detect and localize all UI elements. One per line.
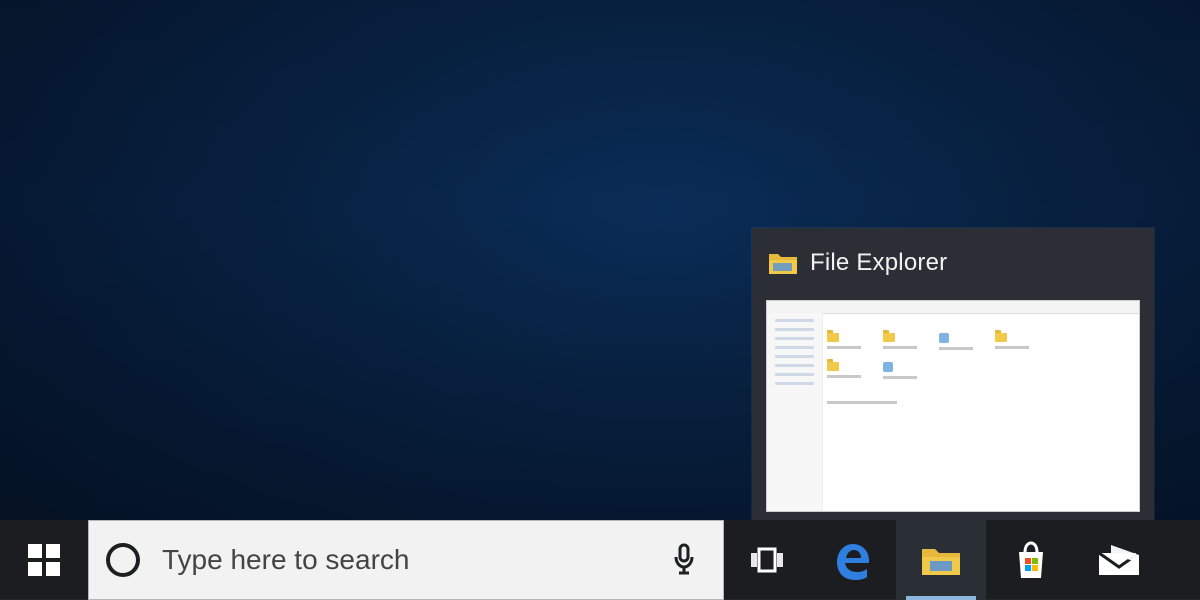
cortana-icon — [106, 543, 140, 577]
microsoft-store-button[interactable] — [986, 520, 1076, 600]
task-view-button[interactable] — [724, 520, 810, 600]
thumbnail-content — [827, 321, 1133, 505]
thumbnail-text-line — [827, 401, 897, 404]
preview-header: File Explorer — [752, 228, 1154, 298]
thumbnail-file-icon — [939, 333, 949, 343]
thumbnail-text-line — [827, 346, 861, 349]
thumbnail-text-line — [883, 376, 917, 379]
thumbnail-text-line — [939, 347, 973, 350]
search-box[interactable]: Type here to search — [88, 520, 724, 600]
thumbnail-folder-icon — [995, 330, 1007, 342]
thumbnail-folder-icon — [827, 359, 839, 371]
microphone-icon[interactable] — [664, 543, 704, 577]
thumbnail-text-line — [883, 346, 917, 349]
start-button[interactable] — [0, 520, 88, 600]
taskbar-thumbnail-preview[interactable]: File Explorer — [752, 228, 1154, 520]
thumbnail-file-icon — [883, 362, 893, 372]
file-explorer-icon — [920, 543, 962, 577]
task-view-icon — [749, 543, 785, 577]
thumbnail-folder-icon — [883, 330, 895, 342]
thumbnail-text-line — [827, 375, 861, 378]
mail-icon — [1097, 543, 1141, 577]
taskbar: Type here to search — [0, 520, 1200, 600]
store-icon — [1011, 540, 1051, 580]
folder-icon — [768, 250, 798, 276]
thumbnail-folder-icon — [827, 330, 839, 342]
file-explorer-window-thumbnail[interactable] — [766, 300, 1140, 512]
file-explorer-taskbar-button[interactable] — [896, 520, 986, 600]
preview-title: File Explorer — [810, 249, 948, 276]
mail-taskbar-button[interactable] — [1076, 520, 1162, 600]
edge-icon — [833, 540, 873, 580]
windows-start-icon — [26, 542, 62, 578]
thumbnail-navigation-pane — [767, 313, 823, 511]
search-placeholder: Type here to search — [162, 544, 410, 575]
edge-taskbar-button[interactable] — [810, 520, 896, 600]
thumbnail-text-line — [995, 346, 1029, 349]
